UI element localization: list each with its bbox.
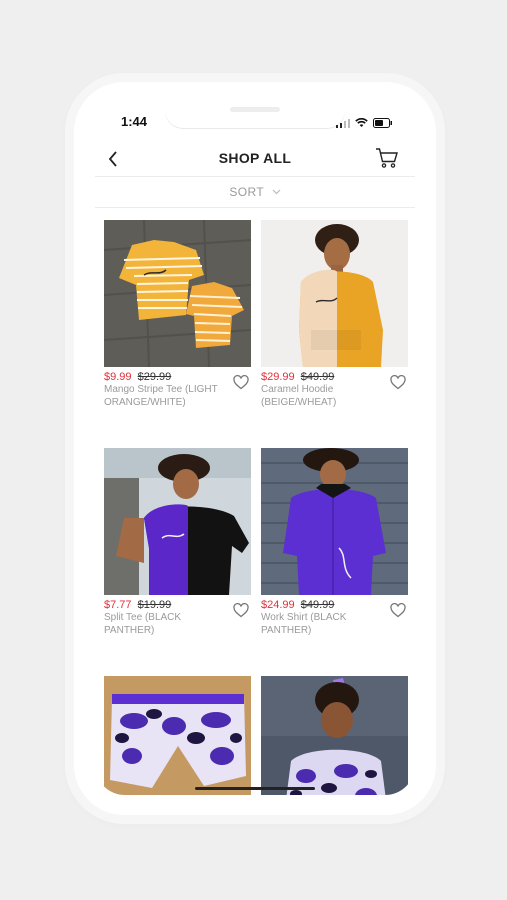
product-image[interactable] bbox=[261, 220, 408, 367]
product-name[interactable]: Caramel Hoodie (BEIGE/WHEAT) bbox=[261, 383, 386, 409]
signal-icon bbox=[336, 115, 350, 133]
app-screen: 1:44 SHOP ALL SORT $9.99 $29.99 Mango St… bbox=[95, 102, 415, 795]
product-image[interactable] bbox=[261, 448, 408, 595]
volume-up-button bbox=[68, 240, 72, 284]
product-card-work-shirt[interactable]: $24.99 $49.99 Work Shirt (BLACK PANTHER) bbox=[261, 448, 408, 637]
product-card-caramel-hoodie[interactable]: $29.99 $49.99 Caramel Hoodie (BEIGE/WHEA… bbox=[261, 220, 408, 409]
heart-icon[interactable] bbox=[390, 375, 406, 395]
speaker bbox=[230, 107, 280, 112]
product-image[interactable] bbox=[104, 676, 251, 795]
price-row: $7.77 $19.99 bbox=[104, 599, 251, 611]
wifi-icon bbox=[355, 115, 368, 133]
notch bbox=[165, 102, 345, 128]
original-price: $19.99 bbox=[137, 599, 172, 611]
volume-button bbox=[68, 185, 72, 213]
price-row: $9.99 $29.99 bbox=[104, 371, 251, 383]
page-title: SHOP ALL bbox=[218, 150, 292, 166]
sale-price: $24.99 bbox=[261, 599, 295, 611]
price-row: $24.99 $49.99 bbox=[261, 599, 408, 611]
product-name[interactable]: Split Tee (BLACK PANTHER) bbox=[104, 611, 229, 637]
sale-price: $9.99 bbox=[104, 371, 132, 383]
product-name[interactable]: Work Shirt (BLACK PANTHER) bbox=[261, 611, 386, 637]
product-card-mango-stripe-tee[interactable]: $9.99 $29.99 Mango Stripe Tee (LIGHT ORA… bbox=[104, 220, 251, 409]
heart-icon[interactable] bbox=[390, 603, 406, 623]
original-price: $49.99 bbox=[300, 371, 335, 383]
heart-icon[interactable] bbox=[233, 375, 249, 395]
top-navigation-bar: SHOP ALL bbox=[95, 142, 415, 177]
product-image[interactable] bbox=[261, 676, 408, 795]
heart-icon[interactable] bbox=[233, 603, 249, 623]
product-image[interactable] bbox=[104, 448, 251, 595]
sort-label: SORT bbox=[229, 185, 265, 199]
original-price: $49.99 bbox=[300, 599, 335, 611]
chevron-down-icon bbox=[269, 183, 281, 200]
volume-down-button bbox=[68, 296, 72, 340]
product-image[interactable] bbox=[104, 220, 251, 367]
product-name[interactable]: Mango Stripe Tee (LIGHT ORANGE/WHITE) bbox=[104, 383, 229, 409]
product-card-split-tee[interactable]: $7.77 $19.99 Split Tee (BLACK PANTHER) bbox=[104, 448, 251, 637]
sale-price: $7.77 bbox=[104, 599, 132, 611]
price-row: $29.99 $49.99 bbox=[261, 371, 408, 383]
product-card-camo-shorts[interactable] bbox=[104, 676, 251, 795]
home-indicator[interactable] bbox=[195, 787, 315, 790]
battery-icon bbox=[373, 115, 393, 133]
phone-frame: 1:44 SHOP ALL SORT $9.99 $29.99 Mango St… bbox=[74, 82, 436, 815]
product-card-camo-tee[interactable] bbox=[261, 676, 408, 795]
status-time: 1:44 bbox=[121, 114, 148, 129]
cart-icon[interactable] bbox=[375, 147, 399, 174]
status-icons bbox=[336, 115, 393, 133]
original-price: $29.99 bbox=[137, 371, 172, 383]
sale-price: $29.99 bbox=[261, 371, 295, 383]
sort-bar[interactable]: SORT bbox=[95, 177, 415, 208]
